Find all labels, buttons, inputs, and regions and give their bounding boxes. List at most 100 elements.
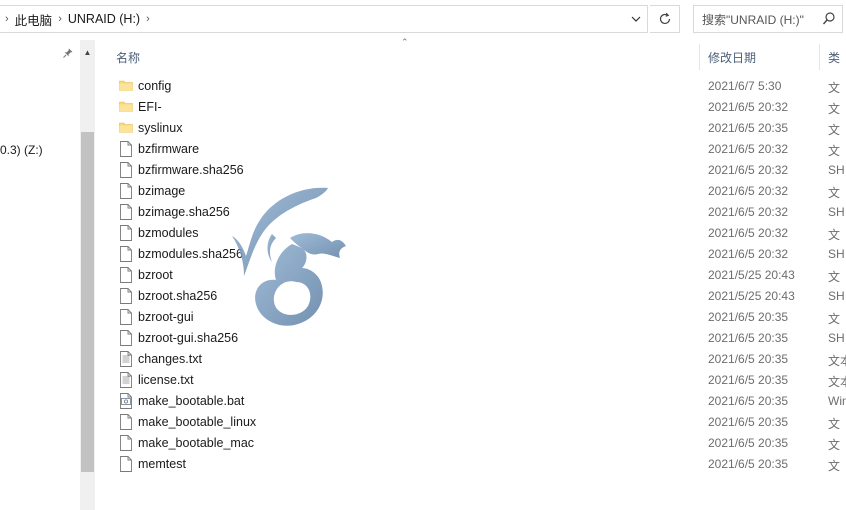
file-name[interactable]: bzfirmware.sha256 <box>138 163 244 177</box>
file-name[interactable]: bzmodules <box>138 226 198 240</box>
file-row[interactable]: syslinux 2021/6/5 20:35 文 <box>100 118 846 139</box>
file-date: 2021/6/5 20:35 <box>708 310 789 324</box>
search-placeholder: 搜索"UNRAID (H:)" <box>702 12 804 27</box>
file-row[interactable]: license.txt 2021/6/5 20:35 文本 <box>100 370 846 391</box>
file-name[interactable]: license.txt <box>138 373 194 387</box>
file-name[interactable]: syslinux <box>138 121 182 135</box>
column-divider[interactable] <box>819 44 820 70</box>
file-row[interactable]: bzimage 2021/6/5 20:32 文 <box>100 181 846 202</box>
file-date: 2021/6/5 20:35 <box>708 373 789 387</box>
file-row[interactable]: bzroot.sha256 2021/5/25 20:43 SH <box>100 286 846 307</box>
file-name[interactable]: bzfirmware <box>138 142 199 156</box>
file-row[interactable]: bzimage.sha256 2021/6/5 20:32 SH <box>100 202 846 223</box>
scroll-up-arrow-icon[interactable]: ▲ <box>80 44 95 60</box>
file-type: 文 <box>828 228 841 242</box>
file-row[interactable]: make_bootable.bat 2021/6/5 20:35 Win <box>100 391 846 412</box>
file-list: config 2021/6/7 5:30 文 EFI- 2021/6/5 20:32 文 s… <box>100 76 846 475</box>
file-row[interactable]: bzfirmware 2021/6/5 20:32 文 <box>100 139 846 160</box>
file-name[interactable]: memtest <box>138 457 186 471</box>
file-type: 文 <box>828 312 841 326</box>
address-history-dropdown[interactable] <box>625 6 647 32</box>
file-name[interactable]: bzmodules.sha256 <box>138 247 243 261</box>
column-header-date[interactable]: 修改日期 <box>708 44 756 70</box>
file-icon <box>119 456 133 472</box>
file-name[interactable]: EFI- <box>138 100 162 114</box>
pin-icon[interactable] <box>63 48 73 61</box>
file-type: SH <box>828 331 845 345</box>
column-divider[interactable] <box>699 44 700 70</box>
file-name[interactable]: make_bootable_linux <box>138 415 256 429</box>
file-name[interactable]: make_bootable_mac <box>138 436 254 450</box>
file-date: 2021/6/5 20:32 <box>708 226 789 240</box>
file-date: 2021/6/5 20:35 <box>708 436 789 450</box>
file-name[interactable]: changes.txt <box>138 352 202 366</box>
column-header-name[interactable]: 名称 <box>116 44 140 70</box>
file-icon <box>119 330 133 346</box>
nav-item-network-drive[interactable]: 0.3) (Z:) <box>0 143 43 157</box>
folder-icon <box>119 99 133 115</box>
file-name[interactable]: bzimage <box>138 184 185 198</box>
column-header-type[interactable]: 类 <box>828 44 840 70</box>
file-row[interactable]: make_bootable_linux 2021/6/5 20:35 文 <box>100 412 846 433</box>
file-date: 2021/6/5 20:32 <box>708 163 789 177</box>
sort-ascending-icon: ⌃ <box>401 37 409 47</box>
file-row[interactable]: EFI- 2021/6/5 20:32 文 <box>100 97 846 118</box>
file-icon <box>119 309 133 325</box>
file-row[interactable]: bzroot 2021/5/25 20:43 文 <box>100 265 846 286</box>
file-icon <box>119 141 133 157</box>
file-icon <box>119 162 133 178</box>
address-bar[interactable]: › 此电脑 › UNRAID (H:) › <box>0 5 648 33</box>
file-date: 2021/6/5 20:35 <box>708 331 789 345</box>
file-icon <box>119 246 133 262</box>
file-type: 文 <box>828 102 841 116</box>
file-type: SH <box>828 289 845 303</box>
search-icon[interactable] <box>822 11 836 27</box>
file-row[interactable]: bzmodules.sha256 2021/6/5 20:32 SH <box>100 244 846 265</box>
file-row[interactable]: bzroot-gui 2021/6/5 20:35 文 <box>100 307 846 328</box>
file-name[interactable]: bzimage.sha256 <box>138 205 230 219</box>
scrollbar-thumb[interactable] <box>81 132 94 472</box>
file-date: 2021/6/5 20:32 <box>708 142 789 156</box>
file-row[interactable]: memtest 2021/6/5 20:35 文 <box>100 454 846 475</box>
file-date: 2021/6/5 20:35 <box>708 394 789 408</box>
search-input[interactable]: 搜索"UNRAID (H:)" <box>693 5 843 33</box>
address-toolbar: › 此电脑 › UNRAID (H:) › 搜索"UNRAID (H:)" <box>0 0 846 40</box>
file-date: 2021/6/5 20:35 <box>708 352 789 366</box>
file-type: 文 <box>828 270 841 284</box>
breadcrumb-chevron-icon[interactable]: › <box>140 13 156 25</box>
file-row[interactable]: bzroot-gui.sha256 2021/6/5 20:35 SH <box>100 328 846 349</box>
text-file-icon <box>119 351 133 367</box>
chevron-down-icon <box>631 16 641 22</box>
file-row[interactable]: config 2021/6/7 5:30 文 <box>100 76 846 97</box>
breadcrumb-this-pc[interactable]: 此电脑 <box>15 10 53 29</box>
file-name[interactable]: bzroot.sha256 <box>138 289 217 303</box>
file-type: SH <box>828 205 845 219</box>
text-file-icon <box>119 372 133 388</box>
file-row[interactable]: bzmodules 2021/6/5 20:32 文 <box>100 223 846 244</box>
file-row[interactable]: changes.txt 2021/6/5 20:35 文本 <box>100 349 846 370</box>
file-date: 2021/6/5 20:35 <box>708 121 789 135</box>
file-name[interactable]: bzroot <box>138 268 173 282</box>
file-name[interactable]: config <box>138 79 171 93</box>
file-date: 2021/6/5 20:35 <box>708 457 789 471</box>
file-type: 文 <box>828 417 841 431</box>
breadcrumb-chevron-icon[interactable]: › <box>52 13 68 25</box>
dragon-logo-watermark <box>232 187 346 326</box>
batch-file-icon <box>119 393 133 409</box>
file-type: 文 <box>828 81 841 95</box>
file-date: 2021/6/5 20:32 <box>708 205 789 219</box>
file-type: Win <box>828 394 846 408</box>
file-row[interactable]: make_bootable_mac 2021/6/5 20:35 文 <box>100 433 846 454</box>
file-name[interactable]: make_bootable.bat <box>138 394 244 408</box>
refresh-button[interactable] <box>650 5 680 33</box>
breadcrumb-chevron-icon[interactable]: › <box>0 13 15 25</box>
file-icon <box>119 414 133 430</box>
file-row[interactable]: bzfirmware.sha256 2021/6/5 20:32 SH <box>100 160 846 181</box>
file-name[interactable]: bzroot-gui <box>138 310 194 324</box>
nav-scrollbar[interactable]: ▲ <box>80 40 95 510</box>
file-type: 文 <box>828 186 841 200</box>
breadcrumb-drive[interactable]: UNRAID (H:) <box>68 12 140 26</box>
file-name[interactable]: bzroot-gui.sha256 <box>138 331 238 345</box>
file-type: 文 <box>828 123 841 137</box>
file-date: 2021/6/5 20:32 <box>708 247 789 261</box>
